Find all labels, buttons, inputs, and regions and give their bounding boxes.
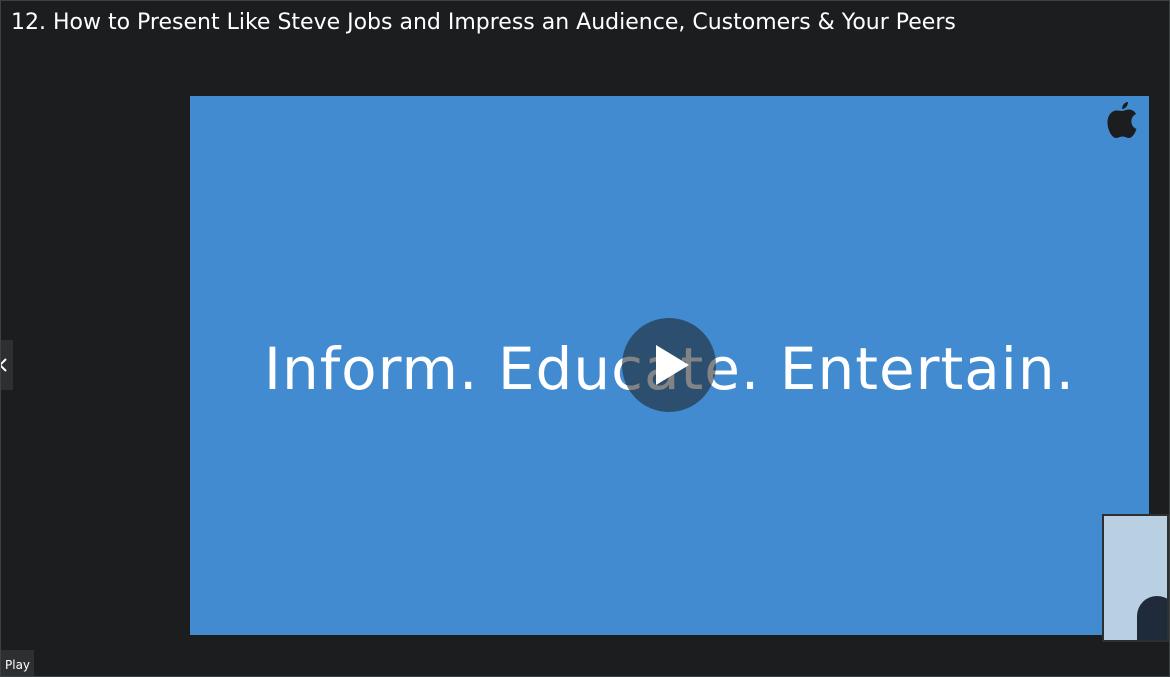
video-player-page: 12. How to Present Like Steve Jobs and I… bbox=[0, 0, 1170, 677]
chevron-left-icon bbox=[1, 358, 7, 372]
video-viewport[interactable]: Inform. Educate. Entertain. bbox=[190, 96, 1149, 635]
presenter-thumbnail[interactable] bbox=[1102, 514, 1169, 642]
lecture-title: 12. How to Present Like Steve Jobs and I… bbox=[11, 10, 956, 35]
presenter-silhouette bbox=[1137, 596, 1167, 640]
play-tooltip: Play bbox=[1, 650, 35, 676]
play-icon bbox=[656, 345, 689, 385]
play-button[interactable] bbox=[622, 318, 716, 412]
previous-lecture-button[interactable] bbox=[1, 340, 13, 390]
apple-logo-icon bbox=[1107, 102, 1137, 138]
